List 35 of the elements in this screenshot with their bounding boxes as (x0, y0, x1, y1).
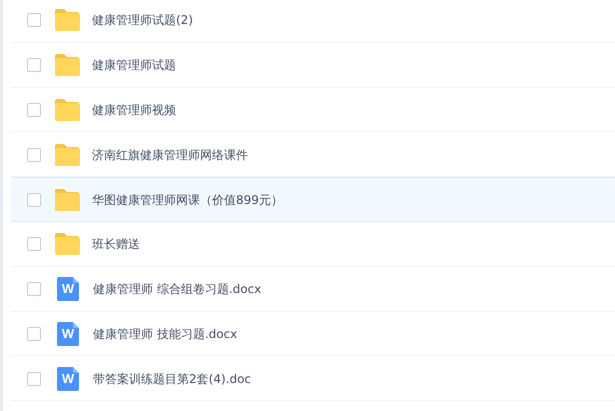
file-name[interactable]: 班长赠送 (92, 235, 140, 254)
checkbox[interactable] (27, 192, 41, 207)
file-row[interactable]: W 健康管理师 综合组卷习题.docx (11, 266, 615, 312)
checkbox[interactable] (27, 102, 41, 117)
file-row[interactable]: W 健康管理师 技能习题.docx (11, 312, 615, 356)
checkbox[interactable] (27, 13, 41, 28)
file-row[interactable]: 班长赠送 (11, 222, 615, 267)
checkbox[interactable] (27, 237, 41, 252)
file-row[interactable]: 华图健康管理师网课（价值899元） (11, 177, 615, 222)
checkbox[interactable] (27, 282, 41, 296)
folder-icon (54, 98, 80, 121)
file-row[interactable]: 健康管理师视频 (11, 88, 615, 132)
file-row[interactable]: W 带答案训练题目第2套(4).doc (11, 356, 615, 402)
file-name[interactable]: 济南红旗健康管理师网络课件 (92, 146, 248, 164)
folder-icon (54, 54, 80, 76)
folder-icon (54, 233, 80, 256)
file-name[interactable]: 健康管理师 技能习题.docx (93, 324, 238, 343)
checkbox[interactable] (27, 148, 41, 162)
file-name[interactable]: 健康管理师 综合组卷习题.docx (93, 280, 262, 298)
checkbox[interactable] (27, 326, 41, 341)
checkbox[interactable] (27, 58, 41, 72)
file-name[interactable]: 带答案训练题目第2套(4).doc (93, 370, 252, 388)
file-row[interactable]: 健康管理师试题(2) (11, 0, 615, 43)
file-name[interactable]: 华图健康管理师网课（价值899元） (92, 190, 283, 209)
checkbox[interactable] (27, 372, 41, 386)
folder-icon (54, 144, 80, 166)
folder-icon (54, 9, 80, 32)
folder-icon (54, 188, 80, 211)
word-file-icon: W (57, 277, 79, 302)
word-file-icon: W (57, 366, 79, 391)
file-name[interactable]: 健康管理师试题 (92, 56, 176, 74)
word-file-icon: W (57, 322, 79, 346)
file-row[interactable]: 健康管理师试题 (11, 42, 615, 88)
file-name[interactable]: 健康管理师试题(2) (92, 11, 193, 30)
file-name[interactable]: 健康管理师视频 (92, 100, 176, 119)
